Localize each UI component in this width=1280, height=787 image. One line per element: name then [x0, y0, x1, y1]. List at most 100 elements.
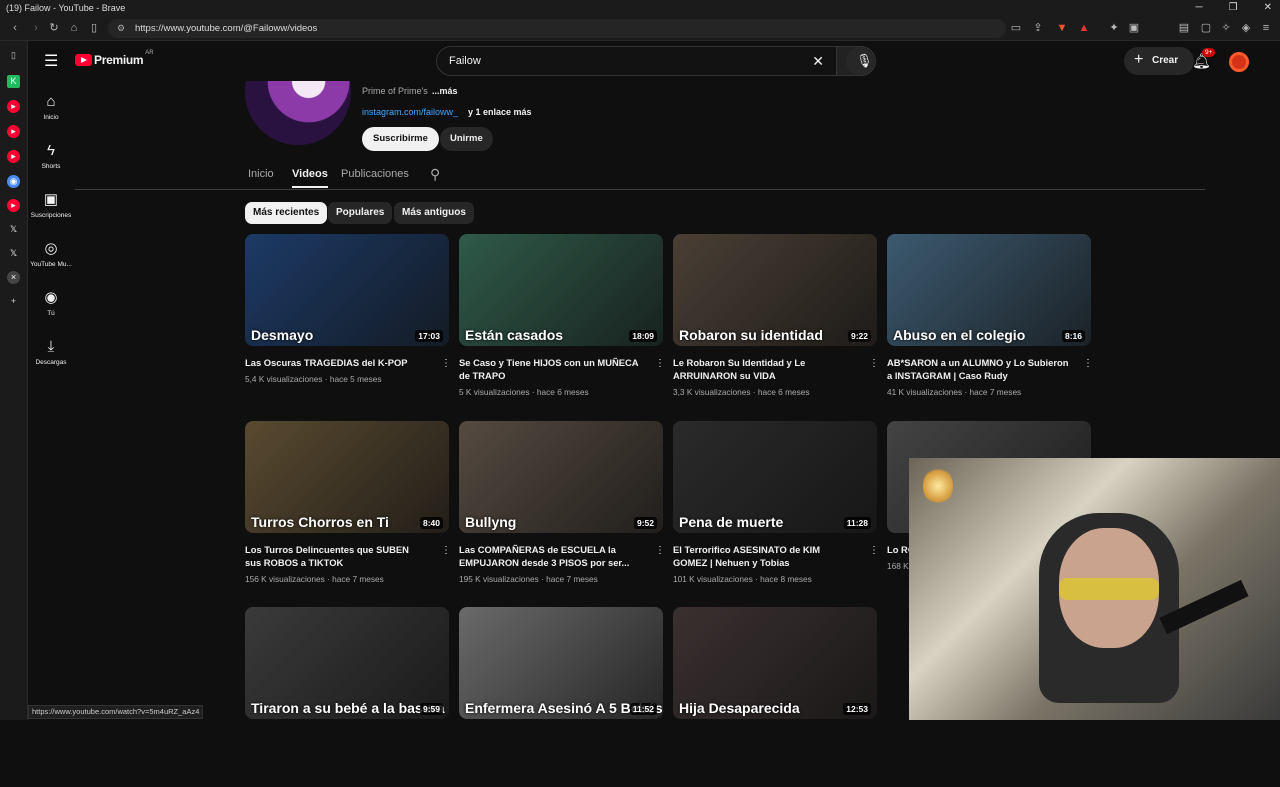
video-meta: 5 K visualizaciones · hace 6 meses — [459, 387, 589, 397]
bookmark-icon[interactable]: ▯ — [88, 22, 100, 34]
video-title[interactable]: Las COMPAÑERAS de ESCUELA la EMPUJARON d… — [459, 543, 641, 569]
chip-recent[interactable]: Más recientes — [245, 202, 328, 224]
avatar[interactable] — [1229, 52, 1249, 72]
more-actions-icon[interactable]: ⋮ — [655, 358, 665, 369]
more-actions-icon[interactable]: ⋮ — [869, 545, 879, 556]
channel-search-icon[interactable]: ⚲ — [430, 166, 440, 183]
sidebar-item-shorts[interactable]: ϟ Shorts — [28, 143, 74, 171]
video-thumbnail[interactable]: Desmayo 17:03 — [245, 234, 449, 346]
video-card[interactable]: Hija Desaparecida 12:53 — [673, 607, 877, 787]
region-code: AR — [145, 50, 154, 56]
instagram-link[interactable]: instagram.com/failoww_ — [362, 107, 458, 117]
brave-rewards-icon[interactable]: ▲ — [1078, 22, 1090, 34]
back-icon[interactable]: ‹ — [9, 22, 21, 34]
video-thumbnail[interactable]: Tiraron a su bebé a la basura 9:59 — [245, 607, 449, 719]
video-thumbnail[interactable]: Pena de muerte 11:28 — [673, 421, 877, 533]
reload-icon[interactable]: ↻ — [48, 22, 60, 34]
video-meta: 41 K visualizaciones · hace 7 meses — [887, 387, 1022, 397]
clear-search-icon[interactable]: ✕ — [812, 53, 824, 70]
subscribe-button[interactable]: Suscribirme — [362, 127, 439, 151]
chip-popular[interactable]: Populares — [328, 202, 393, 224]
more-actions-icon[interactable]: ⋮ — [869, 358, 879, 369]
cast-icon[interactable]: ▭ — [1010, 22, 1022, 34]
x-site-icon[interactable]: 𝕏 — [7, 223, 20, 236]
chip-oldest[interactable]: Más antiguos — [394, 202, 474, 224]
more-actions-icon[interactable]: ⋮ — [441, 358, 451, 369]
wallet-icon[interactable]: ▢ — [1200, 22, 1212, 34]
video-thumbnail[interactable]: Hija Desaparecida 12:53 — [673, 607, 877, 719]
yt-logo[interactable]: Premium AR — [75, 50, 154, 67]
tab-posts[interactable]: Publicaciones — [341, 168, 409, 180]
sidebar-item-inicio[interactable]: ⌂ Inicio — [28, 94, 74, 122]
x-site-icon[interactable]: 𝕏 — [7, 247, 20, 260]
share-icon[interactable]: ⇪ — [1032, 22, 1044, 34]
video-title[interactable]: Le Robaron Su Identidad y Le ARRUINARON … — [673, 356, 855, 382]
sidebar-item-you[interactable]: ◉ Tú — [28, 290, 74, 318]
extensions-icon[interactable]: ✦ — [1108, 22, 1120, 34]
video-thumbnail[interactable]: Bullyng 9:52 — [459, 421, 663, 533]
video-card[interactable]: Desmayo 17:03 Las Oscuras TRAGEDIAS del K-… — [245, 234, 451, 414]
video-card[interactable]: Robaron su identidad 9:22 Le Robaron Su Id… — [673, 234, 879, 414]
tab-search-icon[interactable]: ▣ — [1128, 22, 1140, 34]
home-browser-icon[interactable]: ⌂ — [68, 22, 80, 34]
youtube-site-icon[interactable]: ▸ — [7, 125, 20, 138]
video-title[interactable]: Las Oscuras TRAGEDIAS del K-POP — [245, 356, 427, 369]
video-title[interactable]: El Terrorifico ASESINATO de KIM GOMEZ | … — [673, 543, 855, 569]
notifications-button[interactable]: 🔔︎ 9+ — [1192, 48, 1216, 71]
join-button[interactable]: Unirme — [440, 127, 493, 151]
video-card[interactable]: Bullyng 9:52 Las COMPAÑERAS de ESCUELA la … — [459, 421, 665, 601]
voice-search-button[interactable]: 🎙︎ — [846, 47, 874, 75]
leo-icon[interactable]: ✧ — [1220, 22, 1232, 34]
youtube-site-icon[interactable]: ▸ — [7, 199, 20, 212]
maximize-icon[interactable]: ❐ — [1229, 0, 1238, 16]
sidebar-item-music[interactable]: ◎ YouTube Mu... — [28, 240, 74, 269]
video-thumbnail[interactable]: Abuso en el colegio 8:16 — [887, 234, 1091, 346]
description-more-link[interactable]: ...más — [432, 86, 458, 96]
video-card[interactable]: Pena de muerte 11:28 El Terrorifico ASESIN… — [673, 421, 879, 601]
site-info-icon[interactable]: ⚙ — [117, 19, 125, 38]
chrome-site-icon[interactable]: ◉ — [7, 175, 20, 188]
more-actions-icon[interactable]: ⋮ — [1083, 358, 1093, 369]
video-card[interactable]: Tiraron a su bebé a la basura 9:59 — [245, 607, 449, 787]
lamp-light — [923, 466, 953, 506]
video-thumbnail[interactable]: Están casados 18:09 — [459, 234, 663, 346]
search-box[interactable]: Failow ✕ — [436, 46, 837, 76]
video-title[interactable]: Los Turros Delincuentes que SUBEN sus RO… — [245, 543, 427, 569]
sidebar-item-downloads[interactable]: ⤓ Descargas — [28, 339, 74, 367]
video-card[interactable]: Enfermera Asesinó A 5 Bebés 11:52 — [459, 607, 663, 787]
video-thumbnail[interactable]: Robaron su identidad 9:22 — [673, 234, 877, 346]
create-button[interactable]: + Crear — [1124, 47, 1194, 75]
video-card[interactable]: Turros Chorros en Ti 8:40 Los Turros Delin… — [245, 421, 451, 601]
forward-icon[interactable]: › — [30, 22, 42, 34]
sidebar-toggle-icon[interactable]: ▤ — [1178, 22, 1190, 34]
more-links[interactable]: y 1 enlace más — [468, 107, 532, 117]
video-thumbnail[interactable]: Turros Chorros en Ti 8:40 — [245, 421, 449, 533]
brave-shields-icon[interactable]: ▼ — [1056, 22, 1068, 34]
channel-avatar[interactable] — [245, 81, 351, 145]
close-window-icon[interactable]: ✕ — [1264, 0, 1272, 16]
more-actions-icon[interactable]: ⋮ — [655, 545, 665, 556]
hamburger-menu-icon[interactable]: ☰ — [44, 51, 58, 71]
close-panel-icon[interactable]: × — [7, 271, 20, 284]
sidebar-panel-icon[interactable]: ▯ — [7, 49, 20, 62]
video-meta: 195 K visualizaciones · hace 7 meses — [459, 574, 598, 584]
youtube-site-icon[interactable]: ▸ — [7, 150, 20, 163]
menu-icon[interactable]: ≡ — [1260, 22, 1272, 34]
tab-inicio[interactable]: Inicio — [248, 168, 274, 180]
video-card[interactable]: Están casados 18:09 Se Caso y Tiene HIJOS … — [459, 234, 665, 414]
video-thumbnail[interactable]: Enfermera Asesinó A 5 Bebés 11:52 — [459, 607, 663, 719]
vpn-icon[interactable]: ◈ — [1240, 22, 1252, 34]
youtube-site-icon[interactable]: ▸ — [7, 100, 20, 113]
video-title[interactable]: Se Caso y Tiene HIJOS con un MUÑECA de T… — [459, 356, 641, 382]
address-bar[interactable]: ⚙ https://www.youtube.com/@Failoww/video… — [108, 19, 1006, 38]
more-actions-icon[interactable]: ⋮ — [441, 545, 451, 556]
kick-icon[interactable]: K — [7, 75, 20, 88]
minimize-icon[interactable]: ─ — [1196, 0, 1203, 16]
search-input[interactable]: Failow — [449, 55, 481, 67]
music-icon: ◎ — [44, 240, 58, 257]
add-panel-icon[interactable]: + — [7, 295, 20, 308]
video-card[interactable]: Abuso en el colegio 8:16 AB*SARON a un ALU… — [887, 234, 1093, 414]
tab-videos[interactable]: Videos — [292, 168, 328, 188]
sidebar-item-subscriptions[interactable]: ▣ Suscripciones — [28, 192, 74, 220]
video-title[interactable]: AB*SARON a un ALUMNO y Lo Subieron a INS… — [887, 356, 1069, 382]
